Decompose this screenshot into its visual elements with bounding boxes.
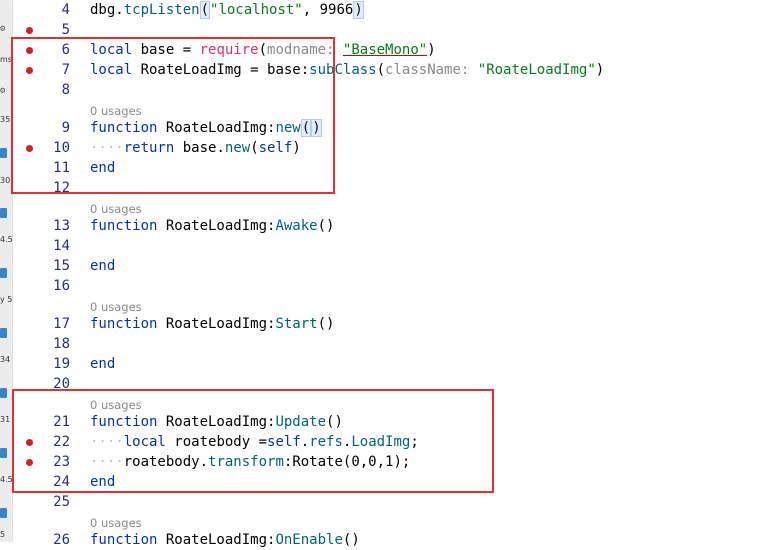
code-line[interactable]: 19 end — [0, 354, 758, 374]
code-token: , — [302, 2, 320, 18]
code-token: () — [342, 532, 360, 548]
usages-hint[interactable]: 0 usages — [90, 516, 142, 530]
code-token: function — [90, 316, 166, 332]
line-number[interactable]: 14 — [34, 236, 70, 256]
line-number[interactable]: 15 — [34, 256, 70, 276]
code-token: dbg. — [90, 2, 124, 18]
line-number[interactable]: 19 — [34, 354, 70, 374]
code-token: ( — [376, 62, 386, 78]
code-token: ) — [427, 42, 436, 58]
code-line[interactable]: 18 — [0, 334, 758, 354]
highlight-box-constructor — [11, 37, 335, 194]
code-token: end — [90, 258, 116, 274]
code-text[interactable]: end — [90, 354, 115, 374]
line-number[interactable]: 25 — [34, 492, 70, 512]
code-text[interactable]: end — [90, 256, 115, 276]
code-token: RoateLoadImg — [165, 218, 268, 234]
line-number[interactable]: 4 — [34, 0, 70, 20]
code-text[interactable]: dbg.tcpListen("localhost", 9966) — [90, 0, 364, 20]
code-token: Awake — [275, 218, 318, 234]
code-token: ) — [595, 62, 605, 78]
line-number[interactable]: 16 — [34, 276, 70, 296]
line-number[interactable]: 13 — [34, 216, 70, 236]
code-token: () — [317, 316, 335, 332]
code-line[interactable]: 14 — [0, 236, 758, 256]
code-token: Start — [275, 316, 318, 332]
sidebar-fragment: y 5 — [0, 295, 12, 304]
code-token: OnEnable — [275, 532, 343, 548]
code-text[interactable]: function RoateLoadImg:OnEnable() — [90, 530, 360, 550]
code-text[interactable]: function RoateLoadImg:Awake() — [90, 216, 334, 236]
code-line[interactable]: 4 dbg.tcpListen("localhost", 9966) — [0, 0, 758, 20]
code-line[interactable]: 13 function RoateLoadImg:Awake() — [0, 216, 758, 236]
code-line[interactable]: 25 — [0, 492, 758, 512]
line-number[interactable]: 26 — [34, 530, 70, 550]
breakpoint-icon[interactable] — [26, 27, 33, 34]
code-token: className: — [385, 62, 478, 78]
code-token: () — [317, 218, 335, 234]
code-line[interactable]: 17 function RoateLoadImg:Start() — [0, 314, 758, 334]
code-token: "BaseMono" — [342, 42, 428, 58]
code-token: end — [90, 356, 116, 372]
code-token: function — [90, 532, 166, 548]
code-text[interactable]: function RoateLoadImg:Start() — [90, 314, 334, 334]
code-token: tcpListen — [123, 2, 200, 18]
line-number[interactable]: 17 — [34, 314, 70, 334]
highlight-box-update — [12, 389, 494, 493]
code-token: ) — [353, 1, 364, 19]
code-token: "localhost" — [210, 2, 303, 18]
code-token: RoateLoadImg — [165, 316, 268, 332]
code-token: RoateLoadImg — [165, 532, 268, 548]
usages-hint[interactable]: 0 usages — [90, 300, 142, 314]
code-token: "RoateLoadImg" — [477, 62, 596, 78]
code-token: function — [90, 218, 166, 234]
code-token: ( — [199, 1, 211, 19]
usages-hint[interactable]: 0 usages — [90, 202, 142, 216]
code-line[interactable]: 16 — [0, 276, 758, 296]
line-number[interactable]: 18 — [34, 334, 70, 354]
code-line[interactable]: 26 function RoateLoadImg:OnEnable() — [0, 530, 758, 550]
code-line[interactable]: 15 end — [0, 256, 758, 276]
code-token: 9966 — [319, 2, 354, 18]
